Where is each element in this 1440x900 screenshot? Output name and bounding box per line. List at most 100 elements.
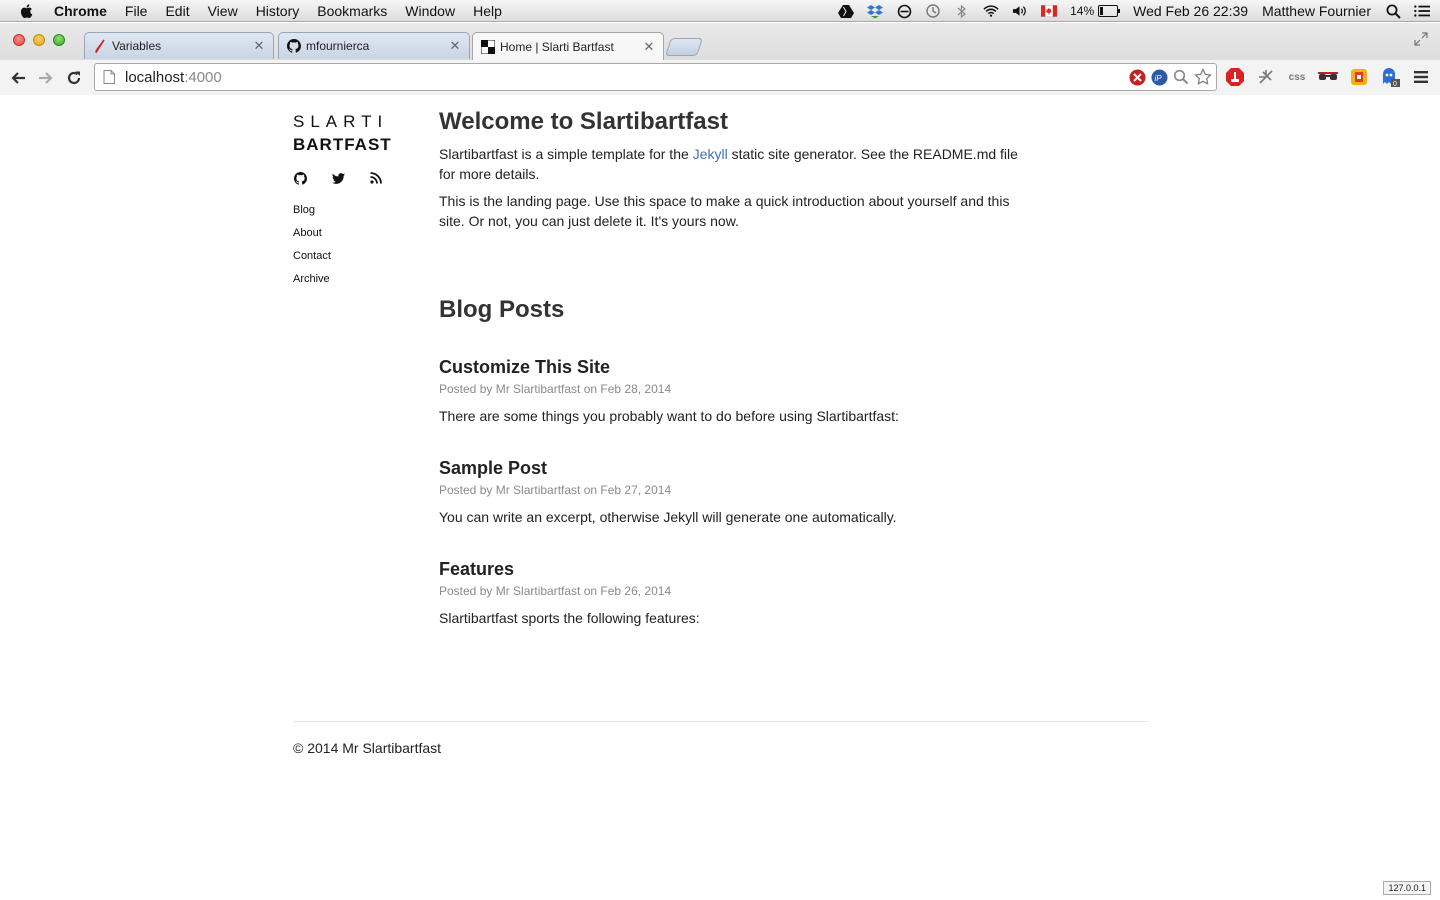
bookmark-star-icon[interactable] (1194, 68, 1212, 86)
nav-link-archive[interactable]: Archive (293, 268, 413, 291)
post-meta: Posted by Mr Slartibartfast on Feb 27, 2… (439, 483, 672, 497)
social-links (293, 171, 413, 185)
time-machine-icon[interactable] (925, 3, 941, 19)
footer-divider (293, 721, 1148, 722)
tab-label: Home | Slarti Bartfast (500, 39, 614, 54)
reload-icon[interactable] (64, 68, 84, 88)
post-excerpt: There are some things you probably want … (439, 408, 899, 424)
browser-toolbar: localhost:4000 iP css 0 (0, 60, 1440, 95)
browser-window-frame: Variables ✕ mfournierca ✕ Home | Slarti … (0, 23, 1440, 95)
post-item: Sample Post Posted by Mr Slartibartfast … (439, 457, 1019, 526)
post-title-link[interactable]: Features (439, 558, 1019, 580)
blog-posts-heading: Blog Posts (439, 296, 565, 323)
css-extension-icon[interactable]: css (1286, 67, 1308, 87)
window-zoom-button[interactable] (53, 34, 65, 46)
zoom-magnifier-icon[interactable] (1172, 68, 1190, 86)
url-host: localhost (125, 68, 185, 86)
tab-home-slarti-bartfast[interactable]: Home | Slarti Bartfast ✕ (472, 32, 664, 60)
bug-extension-icon[interactable] (1255, 67, 1277, 87)
page-viewport: SLARTI BARTFAST Blog About Contact Archi… (0, 96, 1440, 900)
post-title-link[interactable]: Sample Post (439, 457, 1019, 479)
back-arrow-icon[interactable] (8, 68, 28, 88)
nav-link-blog[interactable]: Blog (293, 199, 413, 222)
post-excerpt: You can write an excerpt, otherwise Jeky… (439, 509, 897, 525)
menu-help[interactable]: Help (473, 0, 502, 22)
address-bar[interactable]: localhost:4000 iP (94, 63, 1217, 91)
do-not-disturb-icon[interactable] (896, 3, 912, 19)
post-excerpt: Slartibartfast sports the following feat… (439, 610, 700, 626)
main-content: Welcome to Slartibartfast Slartibartfast… (439, 108, 1019, 626)
wifi-icon[interactable] (983, 3, 999, 19)
jekyll-link[interactable]: Jekyll (693, 146, 728, 162)
apple-menu-icon[interactable] (18, 2, 36, 20)
post-item: Customize This Site Posted by Mr Slartib… (439, 356, 1019, 425)
site-nav: Blog About Contact Archive (293, 199, 413, 291)
menubar-clock[interactable]: Wed Feb 26 22:39 (1133, 3, 1248, 19)
window-close-button[interactable] (13, 34, 25, 46)
page-title: Welcome to Slartibartfast (439, 108, 728, 135)
menu-window[interactable]: Window (405, 0, 455, 22)
github-icon[interactable] (293, 171, 307, 185)
tab-label: mfournierca (306, 39, 370, 53)
blocked-red-x-icon[interactable] (1128, 68, 1146, 86)
battery-icon[interactable] (1098, 3, 1121, 19)
extension-icons: css 0 (1224, 67, 1440, 87)
macos-menubar: Chrome File Edit View History Bookmarks … (0, 0, 1440, 22)
new-tab-button[interactable] (665, 38, 703, 56)
forward-arrow-icon[interactable] (36, 68, 56, 88)
menu-file[interactable]: File (125, 0, 148, 22)
menu-view[interactable]: View (208, 0, 238, 22)
url-port: :4000 (184, 68, 222, 86)
omnibox-icons: iP (1124, 68, 1212, 86)
bluetooth-icon[interactable] (954, 3, 970, 19)
post-meta: Posted by Mr Slartibartfast on Feb 26, 2… (439, 584, 672, 598)
ip-info-icon[interactable]: iP (1150, 68, 1168, 86)
google-drive-icon[interactable] (838, 3, 855, 19)
menu-app-chrome[interactable]: Chrome (54, 0, 107, 22)
tab-variables[interactable]: Variables ✕ (84, 32, 274, 59)
chrome-menu-icon[interactable] (1410, 67, 1432, 87)
pen-favicon-icon (93, 39, 107, 53)
tab-mfournierca[interactable]: mfournierca ✕ (278, 32, 470, 59)
colorful-extension-icon[interactable] (1348, 67, 1370, 87)
tab-close-icon[interactable]: ✕ (641, 39, 657, 55)
menu-bookmarks[interactable]: Bookmarks (317, 0, 387, 22)
nav-link-about[interactable]: About (293, 222, 413, 245)
battery-percent: 14% (1070, 4, 1095, 18)
notification-center-icon[interactable] (1414, 3, 1430, 19)
menu-history[interactable]: History (256, 0, 300, 22)
tab-close-icon[interactable]: ✕ (251, 38, 267, 54)
disguise-glasses-icon[interactable] (1317, 67, 1339, 87)
intro-text-before: Slartibartfast is a simple template for … (439, 146, 693, 162)
adblock-stop-icon[interactable] (1224, 67, 1246, 87)
footer-copyright: © 2014 Mr Slartibartfast (293, 740, 442, 756)
twitter-icon[interactable] (331, 171, 345, 185)
window-minimize-button[interactable] (33, 34, 45, 46)
site-brand-line1[interactable]: SLARTI (293, 112, 413, 132)
menubar-user[interactable]: Matthew Fournier (1262, 3, 1371, 19)
post-item: Features Posted by Mr Slartibartfast on … (439, 558, 1019, 627)
dropbox-icon[interactable] (867, 3, 884, 19)
nav-link-contact[interactable]: Contact (293, 245, 413, 268)
menu-edit[interactable]: Edit (165, 0, 189, 22)
ip-address-badge: 127.0.0.1 (1383, 881, 1431, 895)
github-favicon-icon (287, 39, 301, 53)
volume-icon[interactable] (1012, 3, 1028, 19)
page-icon (103, 70, 115, 84)
ghostery-icon[interactable]: 0 (1379, 67, 1401, 87)
site-sidebar: SLARTI BARTFAST Blog About Contact Archi… (293, 112, 413, 291)
tab-close-icon[interactable]: ✕ (447, 38, 463, 54)
site-brand-line2[interactable]: BARTFAST (293, 134, 413, 156)
spotlight-search-icon[interactable] (1385, 3, 1401, 19)
svg-text:0: 0 (1393, 81, 1397, 87)
checker-favicon-icon (481, 39, 495, 54)
post-meta: Posted by Mr Slartibartfast on Feb 28, 2… (439, 382, 672, 396)
intro-paragraph-1: Slartibartfast is a simple template for … (439, 144, 1019, 184)
rss-icon[interactable] (369, 171, 383, 185)
tab-label: Variables (112, 39, 162, 53)
input-source-canada-flag-icon[interactable] (1041, 3, 1058, 19)
svg-text:iP: iP (1154, 74, 1162, 83)
fullscreen-icon[interactable] (1414, 32, 1428, 46)
post-title-link[interactable]: Customize This Site (439, 356, 1019, 378)
menubar-status-area: 14% Wed Feb 26 22:39 Matthew Fournier (838, 0, 1440, 22)
